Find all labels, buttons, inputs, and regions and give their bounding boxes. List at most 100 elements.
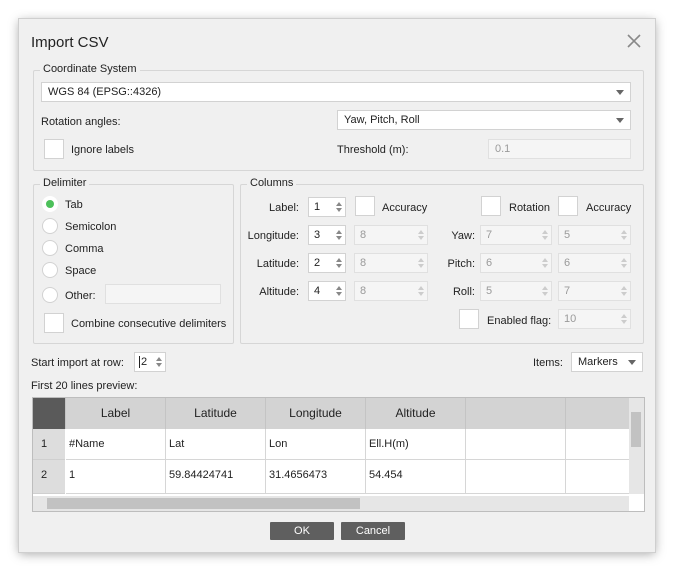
spin-up-icon[interactable] <box>542 230 548 234</box>
rotation-accuracy-checkbox[interactable] <box>558 196 578 216</box>
spin-down-icon[interactable] <box>542 292 548 296</box>
latitude-accuracy-spinner[interactable]: 8 <box>354 253 428 273</box>
spin-down-icon[interactable] <box>621 236 627 240</box>
spin-down-icon[interactable] <box>621 264 627 268</box>
longitude-spinner[interactable]: 3 <box>308 225 346 245</box>
row-header[interactable]: 1 <box>33 429 65 460</box>
table-cell[interactable] <box>566 460 630 494</box>
longitude-value: 3 <box>314 229 321 241</box>
spin-down-icon[interactable] <box>156 363 162 367</box>
longitude-accuracy-spinner[interactable]: 8 <box>354 225 428 245</box>
preview-table[interactable]: Label Latitude Longitude Altitude 1 #Nam… <box>32 397 645 512</box>
columns-legend: Columns <box>247 177 297 189</box>
spin-up-icon[interactable] <box>621 230 627 234</box>
cancel-button[interactable]: Cancel <box>341 522 405 540</box>
preview-label: First 20 lines preview: <box>31 380 138 392</box>
spin-down-icon[interactable] <box>542 236 548 240</box>
spin-down-icon[interactable] <box>336 292 342 296</box>
other-delimiter-input[interactable] <box>105 284 221 304</box>
table-cell[interactable] <box>466 460 566 494</box>
table-cell[interactable]: #Name <box>66 429 166 460</box>
ok-button[interactable]: OK <box>270 522 334 540</box>
spin-up-icon[interactable] <box>336 202 342 206</box>
spin-down-icon[interactable] <box>418 236 424 240</box>
table-cell[interactable]: 59.84424741 <box>166 460 266 494</box>
coordinate-system-select[interactable]: WGS 84 (EPSG::4326) <box>41 82 631 102</box>
latitude-spinner[interactable]: 2 <box>308 253 346 273</box>
label-accuracy-checkbox[interactable] <box>355 196 375 216</box>
threshold-input[interactable]: 0.1 <box>488 139 631 159</box>
radio-other[interactable] <box>42 287 58 303</box>
spin-up-icon[interactable] <box>542 286 548 290</box>
roll-spinner[interactable]: 5 <box>480 281 552 301</box>
spin-up-icon[interactable] <box>621 286 627 290</box>
rotation-angles-select[interactable]: Yaw, Pitch, Roll <box>337 110 631 130</box>
roll-accuracy-value: 7 <box>564 285 571 297</box>
column-header[interactable]: Label <box>66 398 166 429</box>
items-value: Markers <box>578 356 618 368</box>
spin-down-icon[interactable] <box>418 292 424 296</box>
spin-up-icon[interactable] <box>418 258 424 262</box>
horizontal-scrollbar[interactable] <box>33 496 629 511</box>
column-header[interactable] <box>566 398 630 429</box>
radio-space[interactable] <box>42 262 58 278</box>
horizontal-scroll-thumb[interactable] <box>47 498 360 509</box>
enabled-flag-checkbox[interactable] <box>459 309 479 329</box>
enabled-flag-spinner[interactable]: 10 <box>558 309 631 329</box>
radio-semicolon[interactable] <box>42 218 58 234</box>
rotation-accuracy-label: Accuracy <box>586 202 632 214</box>
column-header[interactable] <box>466 398 566 429</box>
vertical-scroll-thumb[interactable] <box>631 412 641 447</box>
table-cell[interactable]: 54.454 <box>366 460 466 494</box>
rotation-angles-value: Yaw, Pitch, Roll <box>344 114 420 126</box>
pitch-accuracy-spinner[interactable]: 6 <box>558 253 631 273</box>
table-cell[interactable] <box>566 429 630 460</box>
yaw-spinner[interactable]: 7 <box>480 225 552 245</box>
yaw-accuracy-spinner[interactable]: 5 <box>558 225 631 245</box>
items-select[interactable]: Markers <box>571 352 643 372</box>
start-import-spinner[interactable]: 2 <box>134 352 166 372</box>
table-cell[interactable]: 31.4656473 <box>266 460 366 494</box>
spin-up-icon[interactable] <box>542 258 548 262</box>
roll-accuracy-spinner[interactable]: 7 <box>558 281 631 301</box>
spin-up-icon[interactable] <box>336 230 342 234</box>
coordinate-system-legend: Coordinate System <box>40 63 140 75</box>
spin-down-icon[interactable] <box>621 320 627 324</box>
ignore-labels-checkbox[interactable] <box>44 139 64 159</box>
spin-down-icon[interactable] <box>542 264 548 268</box>
table-cell[interactable]: Lat <box>166 429 266 460</box>
table-cell[interactable]: Ell.H(m) <box>366 429 466 460</box>
spin-down-icon[interactable] <box>336 236 342 240</box>
pitch-spinner[interactable]: 6 <box>480 253 552 273</box>
radio-comma[interactable] <box>42 240 58 256</box>
combine-delimiters-checkbox[interactable] <box>44 313 64 333</box>
row-header[interactable]: 2 <box>33 460 65 494</box>
rotation-checkbox[interactable] <box>481 196 501 216</box>
table-cell[interactable]: Lon <box>266 429 366 460</box>
column-header[interactable]: Altitude <box>366 398 466 429</box>
column-header[interactable]: Longitude <box>266 398 366 429</box>
longitude-accuracy-value: 8 <box>360 229 367 241</box>
spin-up-icon[interactable] <box>156 357 162 361</box>
label-column-value: 1 <box>314 201 321 213</box>
altitude-accuracy-spinner[interactable]: 8 <box>354 281 428 301</box>
table-cell[interactable]: 1 <box>66 460 166 494</box>
vertical-scrollbar[interactable] <box>629 398 644 494</box>
close-icon[interactable] <box>625 32 643 50</box>
table-cell[interactable] <box>466 429 566 460</box>
spin-down-icon[interactable] <box>336 208 342 212</box>
altitude-spinner[interactable]: 4 <box>308 281 346 301</box>
spin-up-icon[interactable] <box>621 314 627 318</box>
spin-down-icon[interactable] <box>418 264 424 268</box>
spin-down-icon[interactable] <box>336 264 342 268</box>
spin-up-icon[interactable] <box>418 286 424 290</box>
spin-up-icon[interactable] <box>621 258 627 262</box>
spin-up-icon[interactable] <box>336 286 342 290</box>
radio-tab[interactable] <box>42 196 58 212</box>
spin-down-icon[interactable] <box>621 292 627 296</box>
spin-up-icon[interactable] <box>336 258 342 262</box>
radio-other-label: Other: <box>65 290 96 302</box>
label-column-spinner[interactable]: 1 <box>308 197 346 217</box>
spin-up-icon[interactable] <box>418 230 424 234</box>
column-header[interactable]: Latitude <box>166 398 266 429</box>
